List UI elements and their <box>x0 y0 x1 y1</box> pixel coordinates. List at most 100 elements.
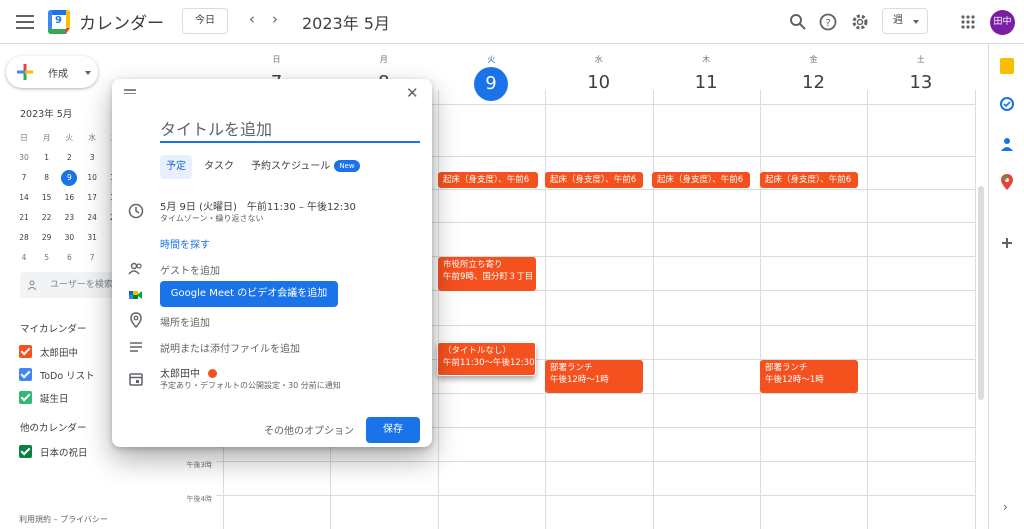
mini-day-cell[interactable]: 6 <box>58 248 80 268</box>
user-search-input[interactable]: ユーザーを検索 <box>20 272 115 298</box>
create-label: 作成 <box>48 69 68 80</box>
event-card[interactable]: 部署ランチ 午後12時～1時 <box>545 360 643 393</box>
allday-event[interactable]: 起床（身支度）、午前6 <box>438 172 538 188</box>
mini-day-cell[interactable]: 15 <box>36 188 58 208</box>
tab-appointment-schedule[interactable]: 予約スケジュール New <box>245 155 366 179</box>
chevron-down-icon <box>913 20 919 24</box>
prev-week-icon[interactable]: ‹ <box>249 10 255 28</box>
day-column-header[interactable]: 水 10 <box>545 54 652 93</box>
mini-day-cell[interactable]: 30 <box>58 228 80 248</box>
day-of-week: 火 <box>487 55 496 64</box>
mini-day-cell[interactable]: 22 <box>36 208 58 228</box>
day-column-header[interactable]: 土 13 <box>867 54 974 93</box>
plus-icon <box>17 64 33 80</box>
find-time-link[interactable]: 時間を探す <box>160 236 210 251</box>
mini-day-cell[interactable]: 7 <box>13 168 35 188</box>
search-icon[interactable] <box>788 12 808 32</box>
tab-event[interactable]: 予定 <box>160 155 192 179</box>
grid-scrollbar[interactable] <box>978 186 984 400</box>
day-column-header[interactable]: 木 11 <box>653 54 760 93</box>
timezone-repeat[interactable]: タイムゾーン・繰り返さない <box>160 213 263 224</box>
event-datetime[interactable]: 5月 9日 (火曜日) 午前11:30 – 午後12:30 <box>160 198 356 213</box>
mini-day-cell[interactable]: 8 <box>36 168 58 188</box>
my-calendars-heading[interactable]: マイカレンダー <box>20 321 87 335</box>
today-button[interactable]: 今日 <box>182 8 228 34</box>
tab-task[interactable]: タスク <box>198 155 240 179</box>
close-icon[interactable]: ✕ <box>406 84 419 102</box>
mini-day-cell[interactable]: 14 <box>13 188 35 208</box>
calendar-checkbox[interactable] <box>19 391 32 404</box>
keep-icon[interactable] <box>1000 58 1014 74</box>
next-week-icon[interactable]: › <box>272 10 278 28</box>
mini-day-cell[interactable]: 10 <box>81 168 103 188</box>
add-guests[interactable]: ゲストを追加 <box>160 262 220 277</box>
calendar-label[interactable]: ToDo リスト <box>40 368 95 382</box>
day-column-header[interactable]: 金 12 <box>760 54 867 93</box>
allday-event[interactable]: 起床（身支度）、午前6 <box>760 172 858 188</box>
tasks-icon[interactable] <box>1000 96 1014 115</box>
today-date-circle[interactable]: 9 <box>474 67 508 101</box>
event-detail: 午後12時～1時 <box>765 375 824 385</box>
mini-day-cell[interactable]: 9 <box>58 168 80 188</box>
add-location[interactable]: 場所を追加 <box>160 314 210 329</box>
app-title: カレンダー <box>79 14 164 34</box>
help-icon[interactable]: ? <box>818 12 838 32</box>
add-addon-icon[interactable] <box>1002 238 1012 248</box>
event-card-new[interactable]: （タイトルなし） 午前11:30～午後12:30 <box>437 342 536 376</box>
event-card[interactable]: 部署ランチ 午後12時～1時 <box>760 360 858 393</box>
mini-day-cell[interactable]: 16 <box>58 188 80 208</box>
mini-calendar-title: 2023年 5月 <box>20 109 73 120</box>
drag-handle-icon[interactable] <box>124 89 136 95</box>
create-button[interactable]: 作成 <box>6 56 98 88</box>
time-label: 午後4時 <box>186 495 212 503</box>
mini-day-cell[interactable]: 30 <box>13 148 35 168</box>
grid-column-divider <box>975 90 976 529</box>
allday-event[interactable]: 起床（身支度）、午前6 <box>652 172 750 188</box>
mini-day-cell[interactable]: 31 <box>81 228 103 248</box>
settings-gear-icon[interactable] <box>850 12 870 32</box>
calendar-label[interactable]: 誕生日 <box>40 391 69 405</box>
mini-day-cell[interactable]: 7 <box>81 248 103 268</box>
mini-day-cell[interactable]: 21 <box>13 208 35 228</box>
account-avatar[interactable]: 田中 <box>990 10 1015 35</box>
mini-day-cell[interactable]: 17 <box>81 188 103 208</box>
calendar-settings-summary[interactable]: 予定あり・デフォルトの公開設定・30 分前に通知 <box>160 380 341 391</box>
contacts-icon[interactable] <box>1001 136 1013 155</box>
mini-day-cell[interactable]: 29 <box>36 228 58 248</box>
calendar-owner[interactable]: 太郎田中 <box>160 365 217 380</box>
owner-name: 太郎田中 <box>160 369 200 380</box>
mini-day-cell[interactable]: 1 <box>36 148 58 168</box>
calendar-checkbox[interactable] <box>19 445 32 458</box>
expand-panel-icon[interactable]: › <box>1003 500 1008 514</box>
apps-grid-icon[interactable] <box>958 12 978 32</box>
mini-day-cell[interactable]: 23 <box>58 208 80 228</box>
guests-icon <box>128 261 144 277</box>
allday-event[interactable]: 起床（身支度）、午前6 <box>545 172 643 188</box>
main-menu-icon[interactable] <box>14 12 36 30</box>
other-calendars-heading[interactable]: 他のカレンダー <box>20 420 87 434</box>
mini-day-selected: 9 <box>61 170 78 186</box>
time-label: 午後3時 <box>186 461 212 469</box>
event-card[interactable]: 市役所立ち寄り 午前9時、国分町３丁目 <box>438 257 536 291</box>
mini-day-cell[interactable]: 5 <box>36 248 58 268</box>
event-title: 部署ランチ <box>765 363 808 373</box>
calendar-label[interactable]: 太郎田中 <box>40 345 78 359</box>
footer-links[interactable]: 利用規約 – プライバシー <box>19 514 108 525</box>
mini-day-cell[interactable]: 4 <box>13 248 35 268</box>
calendar-checkbox[interactable] <box>19 345 32 358</box>
more-options-button[interactable]: その他のオプション <box>264 422 354 437</box>
new-badge: New <box>334 160 360 172</box>
save-button[interactable]: 保存 <box>366 417 420 443</box>
add-description[interactable]: 説明または添付ファイルを追加 <box>160 340 300 355</box>
calendar-label[interactable]: 日本の祝日 <box>40 445 88 459</box>
day-number: 10 <box>587 72 611 93</box>
calendar-checkbox[interactable] <box>19 368 32 381</box>
maps-icon[interactable] <box>1001 174 1013 194</box>
mini-day-cell[interactable]: 2 <box>58 148 80 168</box>
view-select[interactable]: 週 <box>882 8 928 34</box>
mini-day-cell[interactable]: 24 <box>81 208 103 228</box>
mini-day-cell[interactable]: 3 <box>81 148 103 168</box>
add-google-meet-button[interactable]: Google Meet のビデオ会議を追加 <box>160 281 338 307</box>
mini-day-cell[interactable]: 28 <box>13 228 35 248</box>
event-title-input[interactable] <box>160 117 420 143</box>
